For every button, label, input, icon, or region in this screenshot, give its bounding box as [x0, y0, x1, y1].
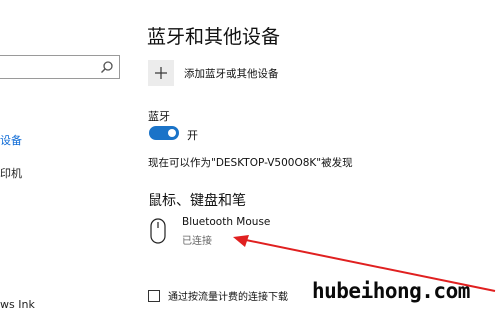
page-title: 蓝牙和其他设备 — [147, 26, 281, 48]
metered-label: 通过按流量计费的连接下载 — [168, 292, 288, 303]
bluetooth-toggle-label: 开 — [187, 129, 198, 142]
add-device-label: 添加蓝牙或其他设备 — [184, 67, 279, 80]
search-box[interactable] — [0, 55, 120, 79]
search-input[interactable] — [0, 58, 98, 78]
metered-download-option[interactable]: 通过按流量计费的连接下载 — [148, 288, 288, 303]
settings-window: 设备 印机 ws Ink 蓝牙和其他设备 添加蓝牙或其他设备 蓝牙 开 现在可以… — [0, 0, 500, 314]
mouse-keyboard-pen-heading: 鼠标、键盘和笔 — [148, 193, 246, 209]
add-device-tile[interactable] — [148, 60, 174, 86]
toggle-knob — [168, 129, 176, 137]
metered-checkbox[interactable] — [148, 289, 160, 302]
sidebar-item-printers[interactable]: 印机 — [0, 165, 22, 181]
discoverable-text: 现在可以作为"DESKTOP-V500O8K"被发现 — [148, 157, 353, 169]
sidebar: 设备 印机 ws Ink — [0, 0, 128, 314]
add-device-button[interactable]: 添加蓝牙或其他设备 — [148, 56, 279, 90]
mouse-icon — [150, 218, 166, 244]
plus-icon — [155, 67, 167, 79]
sidebar-item-devices[interactable]: 设备 — [0, 132, 22, 148]
sidebar-item-windows-ink[interactable]: ws Ink — [0, 298, 35, 311]
watermark-text: hubeihong.com — [312, 279, 470, 303]
search-icon[interactable] — [100, 60, 114, 74]
bluetooth-toggle[interactable] — [149, 126, 179, 140]
bluetooth-heading: 蓝牙 — [148, 110, 170, 123]
device-status: 已连接 — [182, 236, 212, 247]
